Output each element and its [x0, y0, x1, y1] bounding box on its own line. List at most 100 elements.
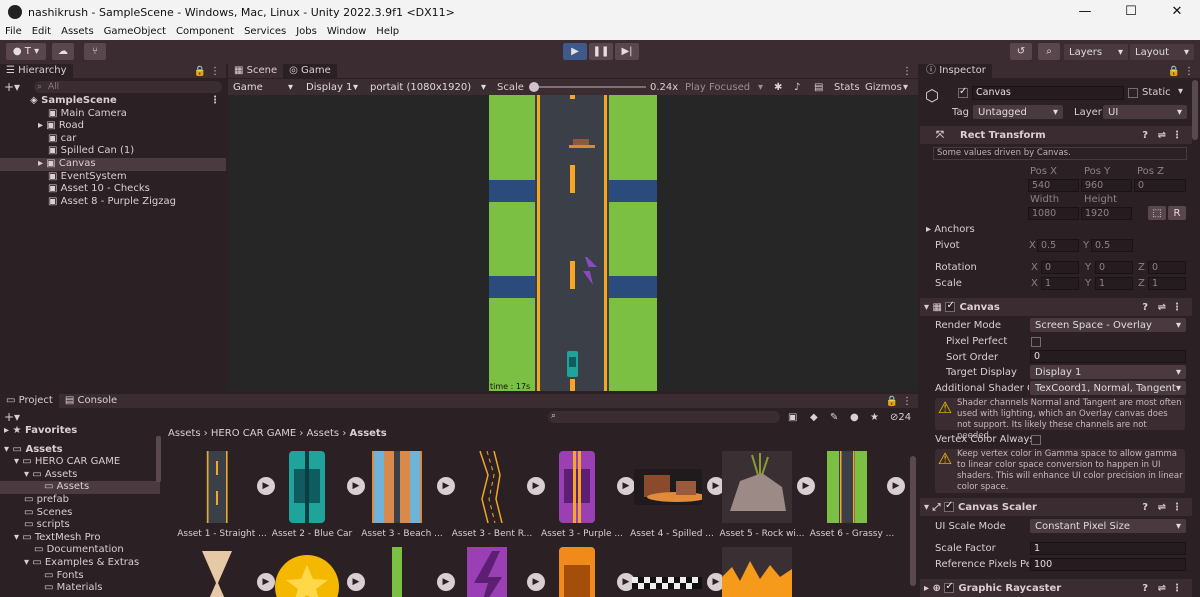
minimize-button[interactable]: — [1062, 0, 1108, 24]
project-search-input[interactable]: ⌕ [548, 411, 780, 423]
game-viewport[interactable]: time : 17s [228, 95, 918, 391]
more-menu-icon[interactable]: ⋮ [1172, 583, 1182, 594]
inspector-scrollbar[interactable] [1192, 80, 1198, 140]
menu-file[interactable]: File [0, 24, 27, 40]
resolution-dropdown[interactable]: portait (1080x1920) ▾ [365, 79, 491, 95]
canvas-scaler-enabled-checkbox[interactable] [944, 500, 954, 512]
collab-button[interactable]: ⑂ [84, 43, 106, 60]
rotation-z-field[interactable]: 0 [1148, 261, 1186, 274]
tab-inspector[interactable]: ⓘ Inspector [920, 64, 992, 78]
help-icon[interactable]: ? [1142, 502, 1148, 513]
pause-button[interactable]: ❚❚ [589, 43, 613, 60]
graphic-raycaster-header[interactable]: ▸ ⊕ Graphic Raycaster ? ⇌ ⋮ [920, 579, 1192, 597]
account-button[interactable]: ● T ▾ [6, 43, 46, 60]
tab-project[interactable]: ▭ Project [0, 394, 59, 408]
render-mode-dropdown[interactable]: Screen Space - Overlay ▾ [1030, 318, 1186, 332]
hierarchy-search-input[interactable]: ⌕ All [34, 81, 222, 93]
tab-console[interactable]: ▤ Console [59, 394, 123, 408]
shader-channels-dropdown[interactable]: TexCoord1, Normal, Tangent ▾ [1030, 381, 1186, 395]
folder-assets-sub[interactable]: ▾ ▭ Assets [0, 469, 160, 482]
menu-assets[interactable]: Assets [56, 24, 99, 40]
presets-icon[interactable]: ⇌ [1158, 130, 1166, 141]
tab-scene[interactable]: ▦ Scene [228, 64, 283, 78]
layer-dropdown[interactable]: UI ▾ [1103, 105, 1187, 119]
raw-edit-button[interactable]: R [1168, 206, 1186, 220]
history-button[interactable]: ↺ [1010, 43, 1032, 60]
canvas-enabled-checkbox[interactable] [945, 300, 956, 312]
hierarchy-item-spilled-can[interactable]: ▣ Spilled Can (1) [0, 145, 226, 158]
breadcrumb-assets[interactable]: Assets [168, 428, 201, 439]
bug-icon[interactable]: ✱ [774, 82, 782, 93]
anchors-foldout[interactable]: ▸ Anchors [926, 224, 975, 235]
folder-assets-selected[interactable]: ▭ Assets [0, 481, 160, 494]
scale-slider-handle[interactable] [529, 82, 539, 92]
play-focused-dropdown[interactable]: Play Focused ▾ [680, 79, 768, 95]
more-menu-icon[interactable]: ⋮ [1172, 502, 1182, 513]
breadcrumb-current[interactable]: Assets [350, 428, 387, 439]
display-dropdown[interactable]: Display 1 ▾ [301, 79, 363, 95]
hierarchy-item-checks[interactable]: ▣ Asset 10 - Checks [0, 183, 226, 196]
more-menu-icon[interactable]: ⋮ [902, 396, 912, 407]
pos-y-field[interactable]: 960 [1081, 179, 1132, 192]
more-menu-icon[interactable]: ⋮ [1172, 302, 1182, 313]
height-field[interactable]: 1920 [1081, 207, 1132, 220]
menu-jobs[interactable]: Jobs [291, 24, 322, 40]
object-name-field[interactable]: Canvas [972, 86, 1124, 100]
play-button[interactable]: ▶ [563, 43, 587, 60]
chevron-down-icon[interactable]: ▾ [903, 82, 908, 93]
canvas-component-header[interactable]: ▾ ▦ Canvas ? ⇌ ⋮ [920, 298, 1192, 316]
hierarchy-item-purple-zigzag[interactable]: ▣ Asset 8 - Purple Zigzag [0, 196, 226, 209]
search-button[interactable]: ⌕ [1038, 43, 1060, 60]
gizmos-button[interactable]: Gizmos [865, 82, 902, 93]
asset-grid-scrollbar[interactable] [910, 456, 916, 586]
menu-component[interactable]: Component [171, 24, 239, 40]
more-menu-icon[interactable]: ⋮ [210, 66, 220, 77]
game-mode-dropdown[interactable]: Game ▾ [228, 79, 298, 95]
info-icon[interactable]: ● [850, 412, 859, 423]
menu-help[interactable]: Help [371, 24, 404, 40]
lock-icon[interactable]: 🔒 [886, 396, 898, 407]
breadcrumb-assets-2[interactable]: Assets [307, 428, 340, 439]
scene-root[interactable]: ◈ SampleScene ⋮ [0, 95, 226, 108]
folder-examples-extras[interactable]: ▾ ▭ Examples & Extras [0, 557, 160, 570]
more-menu-icon[interactable]: ⋮ [1184, 66, 1194, 77]
rotation-x-field[interactable]: 0 [1041, 261, 1079, 274]
add-button[interactable]: +▾ [4, 410, 20, 424]
menu-window[interactable]: Window [322, 24, 371, 40]
hierarchy-item-canvas[interactable]: ▸ ▣ Canvas [0, 157, 226, 171]
folder-fonts[interactable]: ▭ Fonts [0, 570, 160, 583]
hidden-count-badge[interactable]: ⊘24 [890, 412, 911, 423]
stats-button[interactable]: Stats [834, 82, 860, 93]
gizmo-grid-icon[interactable]: ▤ [814, 82, 823, 93]
hierarchy-item-main-camera[interactable]: ▣ Main Camera [0, 108, 226, 121]
expand-arrow-icon[interactable]: ▸ [38, 120, 46, 131]
pivot-y-field[interactable]: 0.5 [1091, 239, 1133, 252]
scale-slider[interactable] [529, 82, 646, 92]
pos-x-field[interactable]: 540 [1028, 179, 1079, 192]
folder-prefab[interactable]: ▭ prefab [0, 494, 160, 507]
hierarchy-item-road[interactable]: ▸ ▣ Road [0, 120, 226, 133]
folder-materials[interactable]: ▭ Materials [0, 582, 160, 595]
layers-dropdown[interactable]: Layers ▾ [1064, 44, 1128, 60]
step-button[interactable]: ▶| [615, 43, 639, 60]
active-checkbox[interactable] [958, 86, 968, 98]
search-by-type-icon[interactable]: ▣ [788, 412, 797, 423]
static-checkbox[interactable] [1128, 88, 1138, 98]
favorite-star-icon[interactable]: ★ [870, 412, 879, 423]
scale-z-field[interactable]: 1 [1148, 277, 1186, 290]
canvas-scaler-header[interactable]: ▾ ⤢ Canvas Scaler ? ⇌ ⋮ [920, 498, 1192, 516]
vertex-color-checkbox[interactable] [1031, 435, 1041, 445]
pixel-perfect-checkbox[interactable] [1031, 337, 1041, 347]
more-menu-icon[interactable]: ⋮ [1172, 130, 1182, 141]
more-menu-icon[interactable]: ⋮ [210, 95, 220, 108]
tag-dropdown[interactable]: Untagged ▾ [973, 105, 1063, 119]
expand-arrow-icon[interactable]: ▸ [38, 158, 46, 169]
scale-factor-field[interactable]: 1 [1030, 542, 1186, 555]
raycaster-enabled-checkbox[interactable] [944, 581, 955, 593]
folder-assets[interactable]: ▾ ▭ Assets [0, 444, 160, 457]
sort-order-field[interactable]: 0 [1030, 350, 1186, 363]
rotation-y-field[interactable]: 0 [1095, 261, 1133, 274]
presets-icon[interactable]: ⇌ [1158, 302, 1166, 313]
pivot-x-field[interactable]: 0.5 [1037, 239, 1079, 252]
folder-textmesh-pro[interactable]: ▾ ▭ TextMesh Pro [0, 532, 160, 545]
